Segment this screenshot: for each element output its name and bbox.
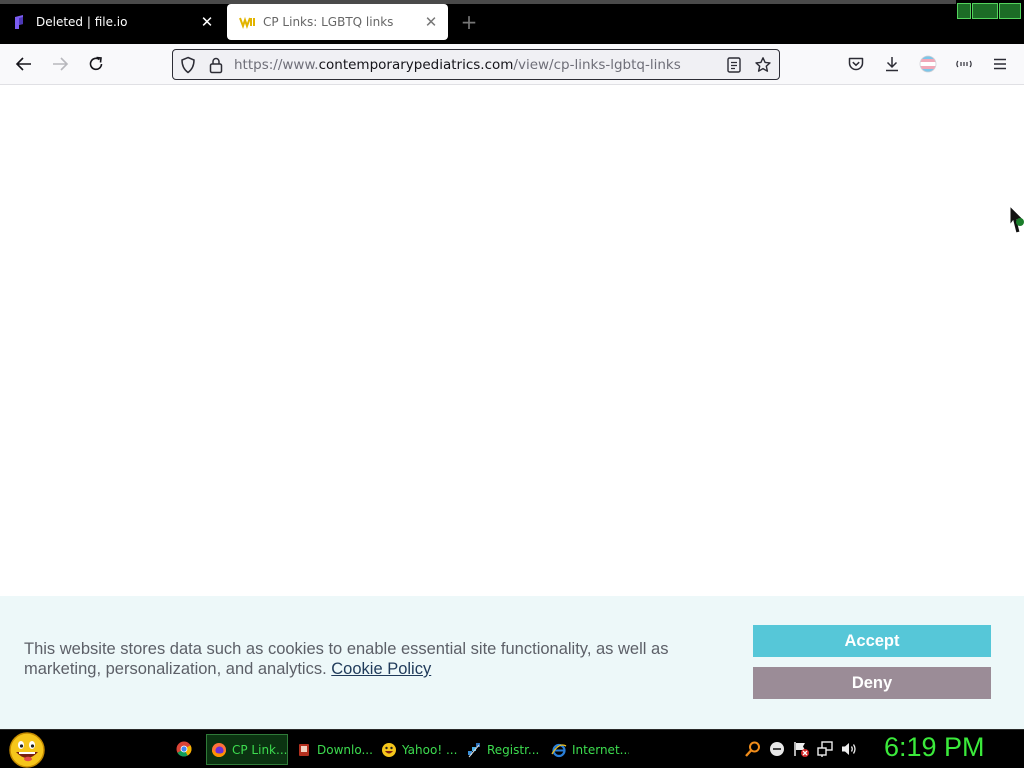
downloads-icon	[299, 743, 309, 756]
close-tab-icon[interactable]: ✕	[198, 13, 216, 31]
taskbar-item-registry[interactable]: Registr...	[462, 734, 544, 765]
taskbar-item-yahoo[interactable]: Yahoo! ...	[377, 734, 459, 765]
reload-icon	[89, 56, 103, 71]
firefox-icon	[212, 742, 226, 757]
taskbar-clock[interactable]: 6:19 PM	[884, 732, 985, 763]
forward-icon	[53, 57, 69, 71]
desktop-screen: Deleted | file.io ✕ CP Links: LGBTQ link…	[0, 0, 1024, 768]
reload-button[interactable]	[84, 52, 108, 76]
cookie-message: This website stores data such as cookies…	[24, 639, 744, 679]
volume-icon[interactable]	[840, 740, 858, 758]
tracking-protection-shield-icon[interactable]	[179, 56, 197, 74]
taskbar-item-label: CP Link...	[232, 742, 288, 757]
cookie-policy-link[interactable]: Cookie Policy	[331, 660, 431, 678]
chrome-quicklaunch-icon[interactable]	[176, 741, 192, 757]
close-tab-icon[interactable]: ✕	[422, 13, 440, 31]
action-center-flag-icon[interactable]	[792, 740, 810, 758]
window-controls	[957, 2, 1023, 20]
reader-view-icon[interactable]	[726, 56, 742, 74]
tab-label: Deleted | file.io	[36, 15, 128, 29]
downloads-button[interactable]	[880, 52, 904, 76]
lock-icon[interactable]	[208, 56, 224, 74]
accept-cookies-button[interactable]: Accept	[753, 625, 991, 657]
pocket-button[interactable]	[844, 52, 868, 76]
url-prefix: https://www.	[234, 57, 319, 73]
cookie-consent-banner: This website stores data such as cookies…	[0, 596, 1024, 729]
taskbar-item-firefox[interactable]: CP Link...	[206, 734, 288, 765]
taskbar-item-label: Internet...	[572, 742, 629, 757]
contemporary-pediatrics-icon	[239, 16, 255, 29]
status-minus-icon[interactable]	[768, 740, 786, 758]
tab-label: CP Links: LGBTQ links	[263, 15, 394, 29]
internet-explorer-icon	[551, 743, 567, 757]
mouse-cursor-icon	[1009, 206, 1024, 234]
page-content: This website stores data such as cookies…	[0, 85, 1024, 729]
tab-file-io[interactable]: Deleted | file.io ✕	[0, 4, 224, 40]
registry-icon	[468, 742, 480, 757]
url-bar[interactable]: https://www.contemporarypediatrics.com/v…	[172, 49, 780, 80]
profile-icon	[919, 55, 937, 73]
network-icon[interactable]	[816, 740, 834, 758]
taskbar-item-label: Downlo...	[317, 742, 373, 757]
tab-strip: Deleted | file.io ✕ CP Links: LGBTQ link…	[0, 0, 1024, 44]
taskbar-item-label: Registr...	[487, 742, 540, 757]
extension-button[interactable]	[952, 52, 976, 76]
file-io-icon	[15, 15, 23, 29]
new-tab-button[interactable]: +	[457, 11, 481, 35]
deny-cookies-button[interactable]: Deny	[753, 667, 991, 699]
yahoo-messenger-icon	[382, 742, 396, 757]
app-menu-button[interactable]	[988, 52, 1012, 76]
extension-icon	[956, 60, 972, 68]
maximize-button[interactable]	[972, 3, 998, 19]
bookmark-star-icon[interactable]	[754, 56, 772, 74]
minimize-button[interactable]	[957, 3, 971, 19]
search-icon[interactable]	[744, 740, 762, 758]
profile-button[interactable]	[916, 52, 940, 76]
navigation-toolbar: https://www.contemporarypediatrics.com/v…	[0, 44, 1024, 85]
menu-icon	[994, 58, 1006, 70]
tab-cp-links[interactable]: CP Links: LGBTQ links ✕	[227, 4, 448, 40]
forward-button[interactable]	[48, 52, 72, 76]
taskbar: CP Link... Downlo... Yahoo! ... Registr.…	[0, 729, 1024, 768]
url-domain: contemporarypediatrics.com	[318, 57, 514, 73]
start-button-smiley-icon[interactable]	[8, 731, 46, 768]
taskbar-item-label: Yahoo! ...	[402, 742, 458, 757]
close-window-button[interactable]	[999, 3, 1021, 19]
url-path: /view/cp-links-lgbtq-links	[513, 57, 681, 73]
download-icon	[886, 57, 898, 72]
system-tray	[744, 740, 864, 760]
back-button[interactable]	[12, 52, 36, 76]
taskbar-item-internet-explorer[interactable]: Internet...	[547, 734, 629, 765]
url-text[interactable]: https://www.contemporarypediatrics.com/v…	[234, 57, 681, 73]
pocket-icon	[848, 57, 864, 71]
taskbar-item-downloads[interactable]: Downlo...	[292, 734, 374, 765]
back-icon	[15, 57, 31, 71]
